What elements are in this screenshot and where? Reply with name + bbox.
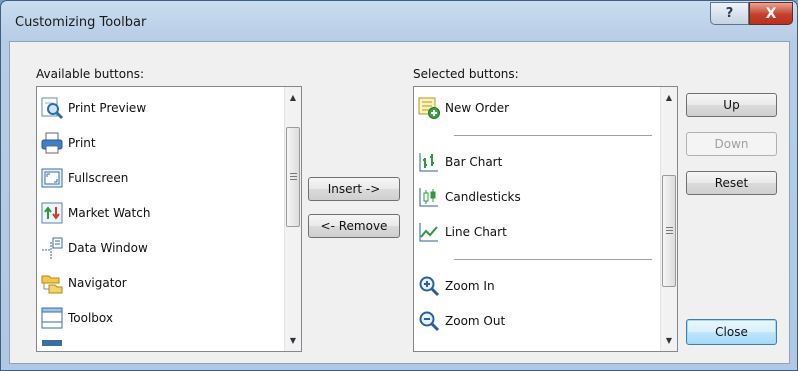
scroll-up-arrow-icon[interactable]: ▲: [285, 89, 301, 106]
scroll-up-arrow-icon[interactable]: ▲: [661, 89, 677, 106]
help-button[interactable]: ?: [710, 2, 749, 25]
insert-button[interactable]: Insert ->: [308, 177, 400, 201]
available-buttons-list[interactable]: Print Preview Print Fullscreen Market Wa…: [36, 86, 302, 352]
down-button[interactable]: Down: [686, 132, 777, 156]
available-list-scrollbar[interactable]: ▲ ▼: [284, 87, 301, 351]
list-item-navigator[interactable]: Navigator: [40, 268, 127, 298]
new-order-icon: [417, 96, 441, 120]
list-item-partial[interactable]: [40, 337, 68, 351]
available-buttons-label: Available buttons:: [36, 67, 145, 81]
zoom-out-icon: [417, 309, 441, 333]
selected-list-scrollbar[interactable]: ▲ ▼: [660, 87, 677, 351]
list-item-bar-chart[interactable]: Bar Chart: [417, 147, 502, 177]
separator: [454, 259, 652, 260]
list-item-label: Zoom In: [445, 279, 495, 293]
list-item-label: Market Watch: [68, 206, 151, 220]
list-item-market-watch[interactable]: Market Watch: [40, 198, 150, 228]
scroll-thumb[interactable]: [662, 175, 676, 287]
close-icon: X: [765, 5, 777, 22]
data-window-icon: [40, 236, 64, 260]
navigator-folder-icon: [40, 271, 64, 295]
list-item-line-chart[interactable]: Line Chart: [417, 217, 507, 247]
selected-buttons-list[interactable]: New Order Bar Chart Candlesticks Line Ch: [413, 86, 678, 352]
list-item-toolbox[interactable]: Toolbox: [40, 303, 113, 333]
list-item-new-order[interactable]: New Order: [417, 93, 509, 123]
list-item-label: Data Window: [68, 241, 148, 255]
window-title: Customizing Toolbar: [15, 15, 147, 30]
dialog-client-area: Available buttons: Print Preview Print F…: [9, 41, 790, 364]
list-item-candlesticks[interactable]: Candlesticks: [417, 182, 521, 212]
list-item-data-window[interactable]: Data Window: [40, 233, 148, 263]
list-item-label: Fullscreen: [68, 171, 129, 185]
scroll-down-arrow-icon[interactable]: ▼: [285, 332, 301, 349]
list-item-label: Zoom Out: [445, 314, 506, 328]
remove-button[interactable]: <- Remove: [308, 214, 400, 238]
list-item-label: Bar Chart: [445, 155, 503, 169]
list-item-print[interactable]: Print: [40, 128, 96, 158]
separator: [454, 135, 652, 136]
list-item-label: Toolbox: [68, 311, 113, 325]
title-bar: Customizing Toolbar ? X: [1, 1, 797, 41]
toolbox-icon: [40, 306, 64, 330]
selected-buttons-label: Selected buttons:: [413, 67, 519, 81]
list-item-label: Print Preview: [68, 101, 147, 115]
printer-icon: [40, 131, 64, 155]
candlesticks-icon: [417, 185, 441, 209]
line-chart-icon: [417, 220, 441, 244]
zoom-in-icon: [417, 274, 441, 298]
fullscreen-icon: [40, 166, 64, 190]
close-window-button[interactable]: X: [749, 2, 793, 25]
list-item-label: Candlesticks: [445, 190, 521, 204]
reset-button[interactable]: Reset: [686, 171, 777, 195]
list-item-label: Navigator: [68, 276, 127, 290]
list-item-print-preview[interactable]: Print Preview: [40, 93, 146, 123]
customizing-toolbar-dialog: Customizing Toolbar ? X Available button…: [0, 0, 798, 371]
market-watch-icon: [40, 201, 64, 225]
list-item-zoom-out[interactable]: Zoom Out: [417, 306, 505, 336]
list-item-label: Line Chart: [445, 225, 507, 239]
list-item-label: New Order: [445, 101, 510, 115]
scroll-thumb[interactable]: [286, 127, 300, 227]
scroll-down-arrow-icon[interactable]: ▼: [661, 332, 677, 349]
help-icon: ?: [725, 6, 734, 21]
terminal-icon: [40, 340, 64, 351]
list-item-fullscreen[interactable]: Fullscreen: [40, 163, 128, 193]
bar-chart-icon: [417, 150, 441, 174]
close-button[interactable]: Close: [686, 319, 777, 345]
print-preview-icon: [40, 96, 64, 120]
list-item-label: Print: [68, 136, 96, 150]
up-button[interactable]: Up: [686, 93, 777, 117]
list-item-zoom-in[interactable]: Zoom In: [417, 271, 495, 301]
